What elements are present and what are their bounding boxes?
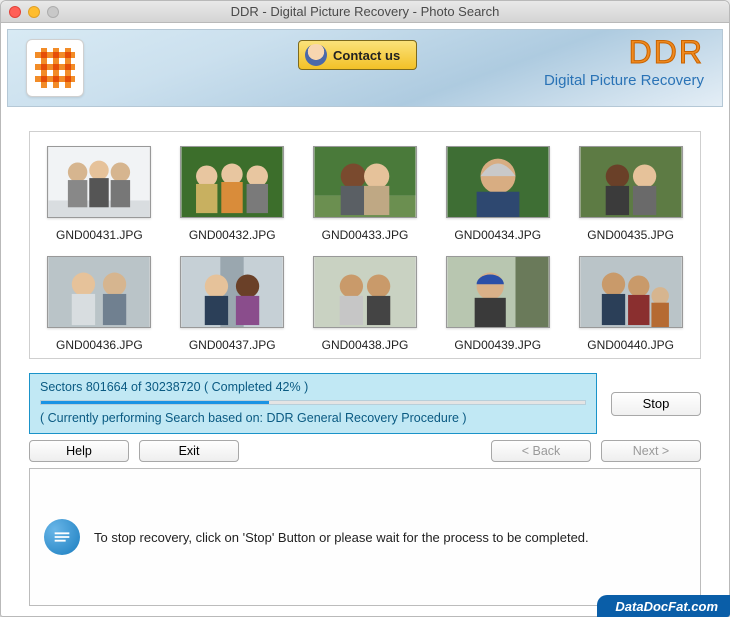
hint-text: To stop recovery, click on 'Stop' Button… xyxy=(94,530,589,545)
contact-us-label: Contact us xyxy=(333,48,400,63)
photo-thumbnail xyxy=(446,256,550,328)
help-button[interactable]: Help xyxy=(29,440,129,462)
photo-filename: GND00436.JPG xyxy=(42,338,157,352)
list-item[interactable]: GND00438.JPG xyxy=(308,256,423,352)
header-banner: Contact us DDR Digital Picture Recovery xyxy=(7,29,723,107)
list-item[interactable]: GND00439.JPG xyxy=(440,256,555,352)
list-item[interactable]: GND00433.JPG xyxy=(308,146,423,242)
list-item[interactable]: GND00436.JPG xyxy=(42,256,157,352)
photo-thumbnail xyxy=(579,146,683,218)
progress-panel: Sectors 801664 of 30238720 ( Completed 4… xyxy=(29,373,597,434)
list-item[interactable]: GND00440.JPG xyxy=(573,256,688,352)
list-item[interactable]: GND00435.JPG xyxy=(573,146,688,242)
photo-filename: GND00439.JPG xyxy=(440,338,555,352)
photo-filename: GND00438.JPG xyxy=(308,338,423,352)
list-item[interactable]: GND00432.JPG xyxy=(175,146,290,242)
app-window: DDR - Digital Picture Recovery - Photo S… xyxy=(0,0,730,617)
list-item[interactable]: GND00437.JPG xyxy=(175,256,290,352)
photo-thumbnail xyxy=(180,146,284,218)
recovered-photos-grid: GND00431.JPG GND00432.JPG GND00433.JPG G… xyxy=(29,131,701,359)
next-button: Next > xyxy=(601,440,701,462)
brand-title: DDR xyxy=(544,36,704,68)
photo-filename: GND00440.JPG xyxy=(573,338,688,352)
brand-block: DDR Digital Picture Recovery xyxy=(544,36,704,89)
progress-bar xyxy=(40,400,586,405)
photo-thumbnail xyxy=(446,146,550,218)
progress-status-text: Sectors 801664 of 30238720 ( Completed 4… xyxy=(40,380,586,394)
photo-filename: GND00437.JPG xyxy=(175,338,290,352)
photo-thumbnail xyxy=(180,256,284,328)
list-item[interactable]: GND00431.JPG xyxy=(42,146,157,242)
brand-subtitle: Digital Picture Recovery xyxy=(544,72,704,89)
window-title: DDR - Digital Picture Recovery - Photo S… xyxy=(1,4,729,19)
progress-detail-text: ( Currently performing Search based on: … xyxy=(40,411,586,425)
watermark-badge: DataDocFat.com xyxy=(597,595,730,617)
info-bubble-icon xyxy=(44,519,80,555)
photo-filename: GND00433.JPG xyxy=(308,228,423,242)
stop-button[interactable]: Stop xyxy=(611,392,701,416)
hint-panel: To stop recovery, click on 'Stop' Button… xyxy=(29,468,701,606)
photo-thumbnail xyxy=(313,256,417,328)
photo-filename: GND00434.JPG xyxy=(440,228,555,242)
contact-avatar-icon xyxy=(305,44,327,66)
app-logo-icon xyxy=(35,48,75,88)
photo-filename: GND00435.JPG xyxy=(573,228,688,242)
app-logo xyxy=(26,39,84,97)
titlebar: DDR - Digital Picture Recovery - Photo S… xyxy=(1,1,729,23)
list-item[interactable]: GND00434.JPG xyxy=(440,146,555,242)
photo-thumbnail xyxy=(579,256,683,328)
photo-thumbnail xyxy=(313,146,417,218)
photo-filename: GND00432.JPG xyxy=(175,228,290,242)
back-button: < Back xyxy=(491,440,591,462)
exit-button[interactable]: Exit xyxy=(139,440,239,462)
progress-bar-fill xyxy=(41,401,269,404)
photo-thumbnail xyxy=(47,146,151,218)
contact-us-button[interactable]: Contact us xyxy=(298,40,417,70)
photo-thumbnail xyxy=(47,256,151,328)
photo-filename: GND00431.JPG xyxy=(42,228,157,242)
